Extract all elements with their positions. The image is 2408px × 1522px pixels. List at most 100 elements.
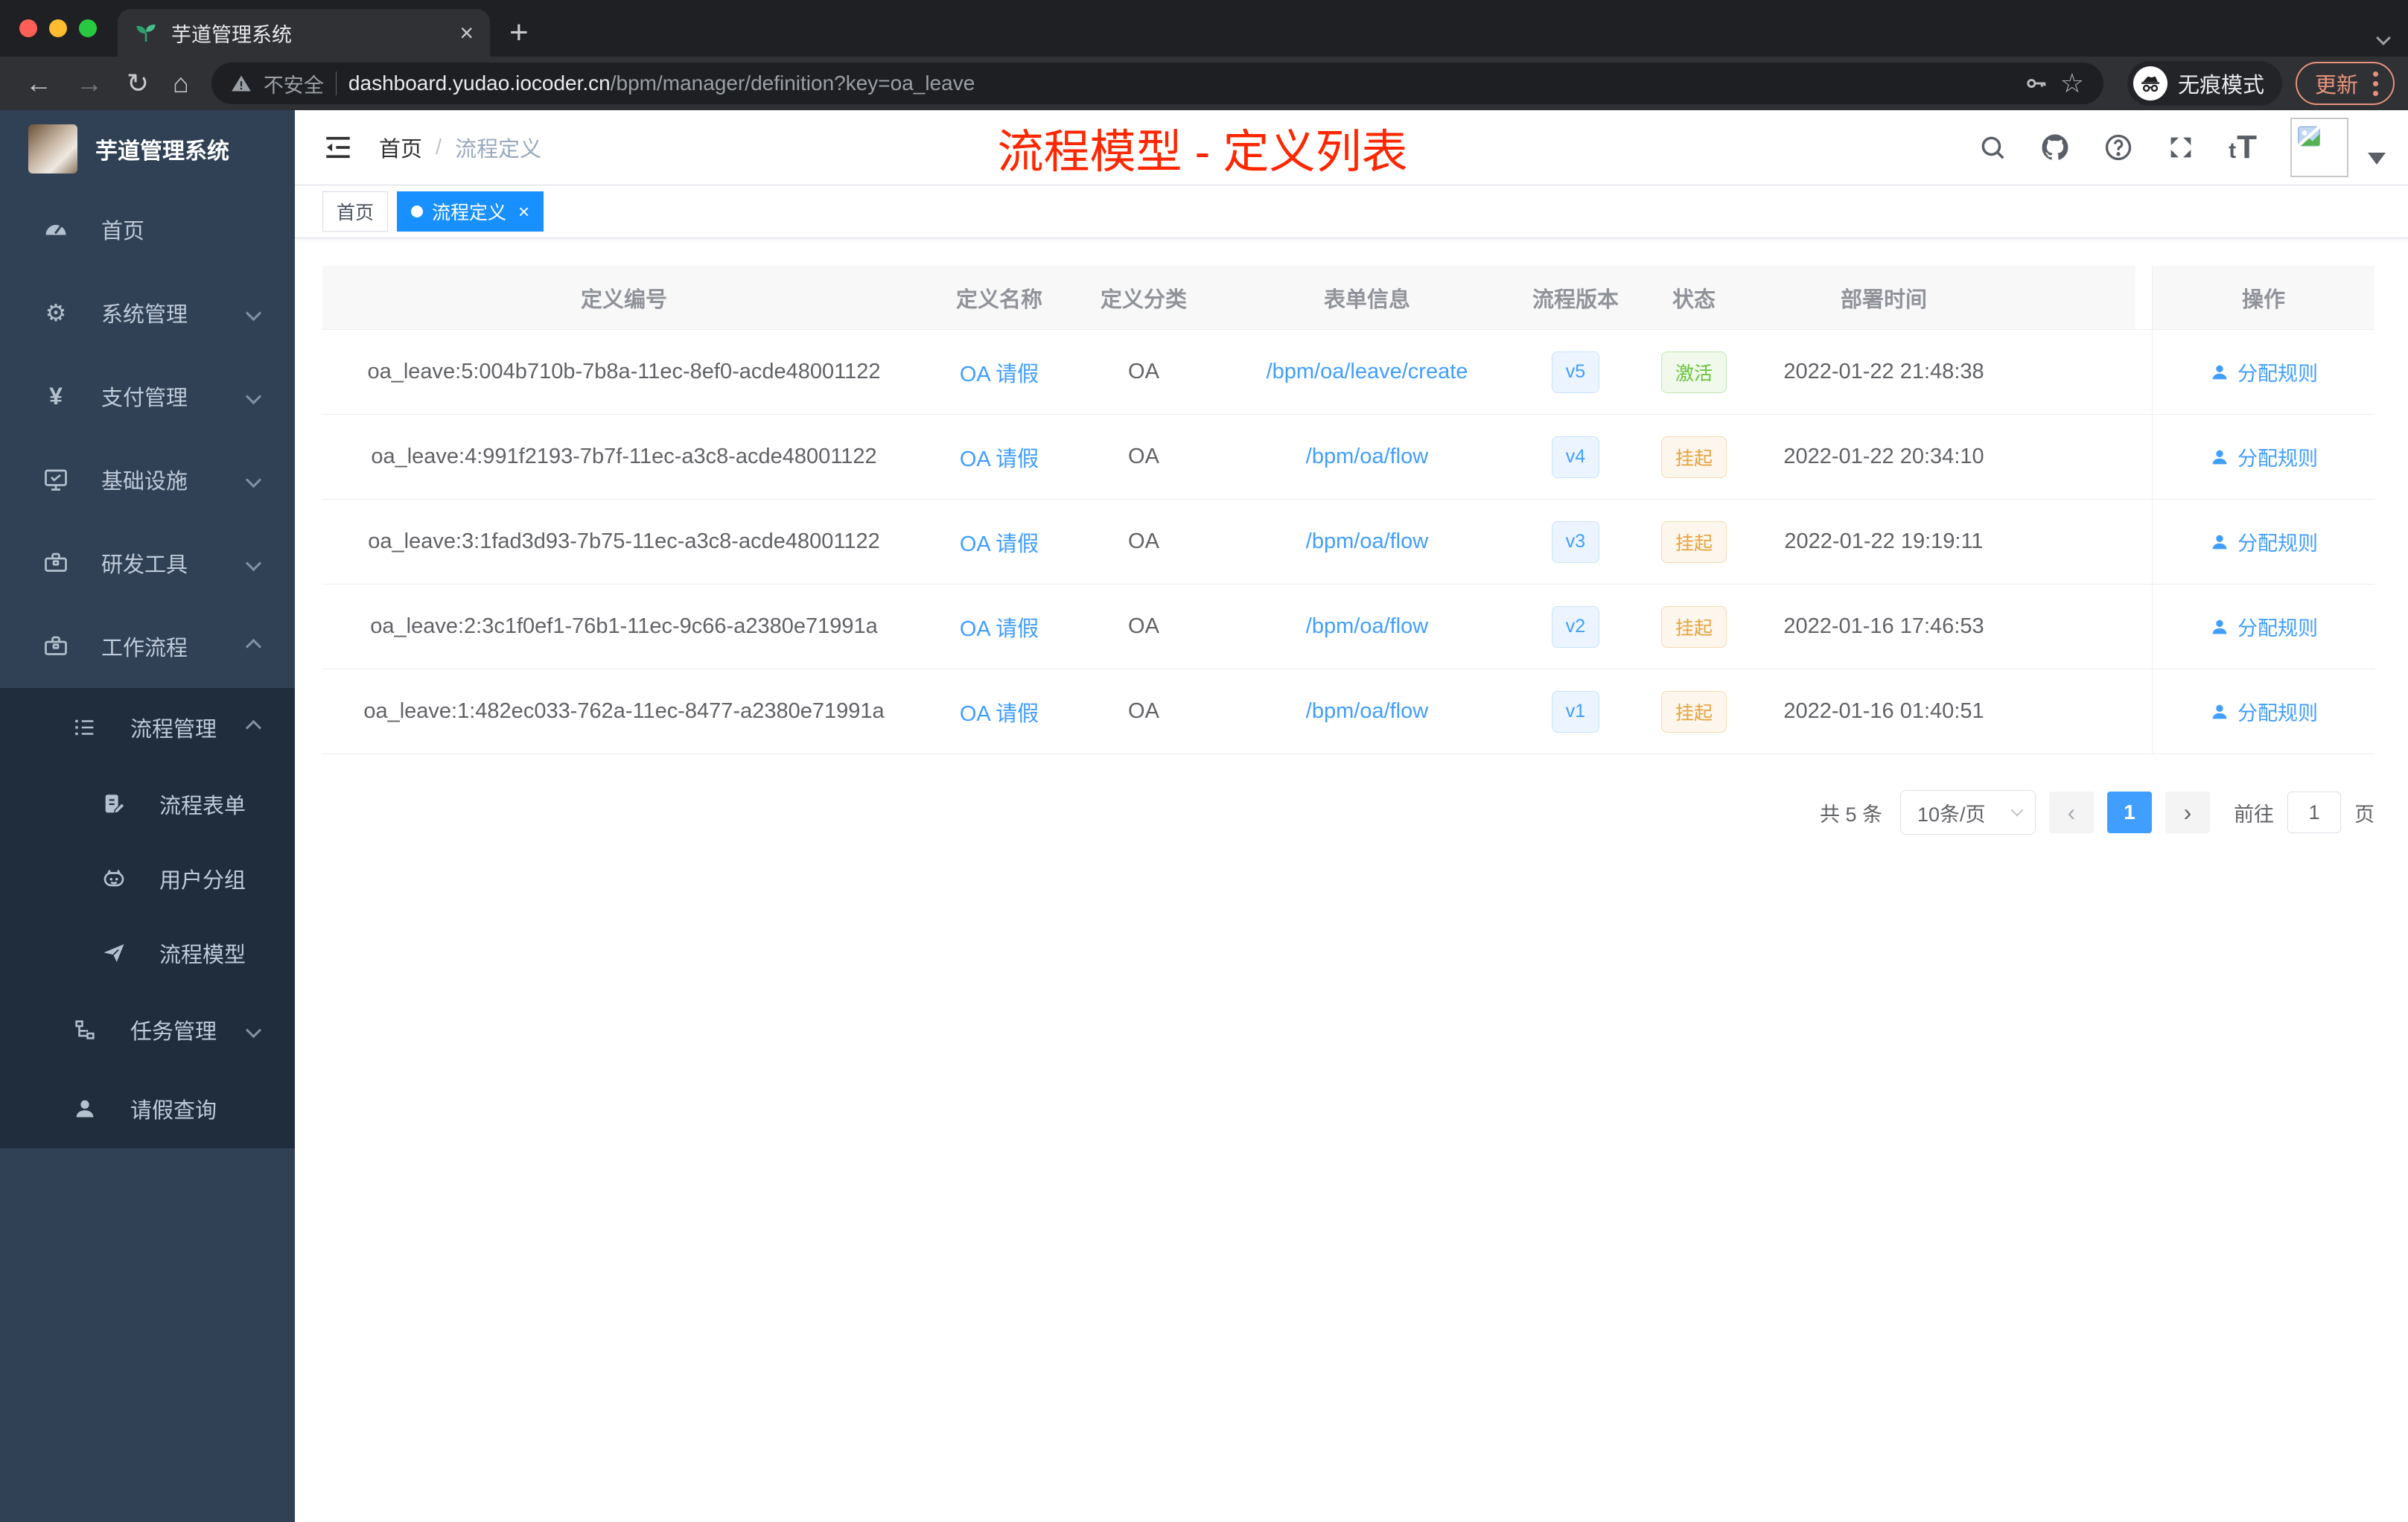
form-link[interactable]: /bpm/oa/leave/create [1267,360,1468,384]
definition-name-link[interactable]: OA 请假 [960,526,1039,558]
chevron-down-icon [245,471,262,488]
sidebar-item-dev-tools[interactable]: 研发工具 [0,521,295,605]
definition-category: OA [1128,614,1159,638]
search-icon[interactable] [1978,133,2007,162]
form-link[interactable]: /bpm/oa/flow [1306,614,1428,639]
address-bar[interactable]: 不安全 dashboard.yudao.iocoder.cn/bpm/manag… [211,63,2103,104]
sidebar-item-process-model[interactable]: 流程模型 [0,916,295,990]
sidebar-item-system[interactable]: ⚙ 系统管理 [0,271,295,354]
sidebar-item-home[interactable]: 首页 [0,188,295,271]
avatar[interactable] [2290,118,2348,177]
prev-page-button[interactable]: ‹ [2049,792,2094,833]
close-window-button[interactable] [19,19,37,37]
tags-view: 首页 流程定义 × [295,185,2408,238]
version-badge: v4 [1551,436,1600,478]
content: 定义编号 定义名称 定义分类 表单信息 流程版本 状态 部署时间 操作 oa_l… [295,238,2408,1522]
goto-page-input[interactable]: 1 [2287,792,2341,833]
definition-name-link[interactable]: OA 请假 [960,357,1039,388]
assign-rule-link[interactable]: 分配规则 [2209,612,2318,641]
goto-label: 前往 [2234,803,2274,826]
workflow-submenu: 流程管理 流程表单 用户分组 流程模型 任务管理 请假查询 [0,688,295,1148]
table-row: oa_leave:5:004b710b-7b8a-11ec-8ef0-acde4… [322,330,2374,415]
sidebar-item-task-management[interactable]: 任务管理 [0,990,295,1069]
yen-icon: ¥ [49,382,63,410]
sidebar-collapse-icon[interactable] [322,132,354,163]
definition-id: oa_leave:3:1fad3d93-7b75-11ec-a3c8-acde4… [368,529,880,553]
table-header: 定义编号 定义名称 定义分类 表单信息 流程版本 状态 部署时间 操作 [322,266,2374,330]
back-button[interactable]: ← [13,68,64,99]
home-button[interactable]: ⌂ [161,68,201,99]
sidebar-item-process-management[interactable]: 流程管理 [0,688,295,767]
sidebar-item-user-group[interactable]: 用户分组 [0,841,295,916]
tab-search-chevron-icon[interactable] [2376,31,2391,45]
page-title: 流程模型 - 定义列表 [997,127,1408,178]
new-tab-button[interactable]: + [509,16,529,49]
form-link[interactable]: /bpm/oa/flow [1306,529,1428,554]
sidebar-item-workflow[interactable]: 工作流程 [0,605,295,688]
definition-id: oa_leave:5:004b710b-7b8a-11ec-8ef0-acde4… [367,360,881,383]
definition-name-link[interactable]: OA 请假 [960,442,1039,473]
avatar-caret-down-icon[interactable] [2368,153,2386,165]
definition-id: oa_leave:1:482ec033-762a-11ec-8477-a2380… [363,699,885,723]
sidebar-item-leave-query[interactable]: 请假查询 [0,1069,295,1148]
forward-button[interactable]: → [64,68,115,99]
tab-close-icon[interactable]: × [459,21,474,45]
status-badge: 挂起 [1660,605,1727,648]
assign-rule-link[interactable]: 分配规则 [2209,442,2318,471]
maximize-window-button[interactable] [79,19,97,37]
bookmark-star-icon[interactable]: ☆ [2060,68,2084,99]
sidebar-item-payment[interactable]: ¥ 支付管理 [0,354,295,438]
page-size-select[interactable]: 10条/页 [1900,790,2036,835]
breadcrumb-separator: / [436,135,442,159]
page-unit-label: 页 [2354,803,2374,826]
definition-category: OA [1128,529,1159,553]
incognito-icon [2133,66,2167,101]
font-size-icon[interactable]: tT [2229,129,2258,166]
next-page-button[interactable]: › [2165,792,2210,833]
gear-icon: ⚙ [45,299,67,326]
form-link[interactable]: /bpm/oa/flow [1306,445,1428,469]
form-link[interactable]: /bpm/oa/flow [1306,699,1428,724]
user-icon [2212,535,2227,549]
deploy-time: 2022-01-22 20:34:10 [1783,445,1984,468]
user-icon [2212,450,2227,464]
version-badge: v3 [1551,520,1600,563]
assign-rule-link[interactable]: 分配规则 [2209,357,2318,386]
tag-close-icon[interactable]: × [518,200,529,223]
sidebar-item-infrastructure[interactable]: 基础设施 [0,438,295,521]
assign-rule-link[interactable]: 分配规则 [2209,697,2318,726]
password-key-icon[interactable] [2025,71,2048,95]
reload-button[interactable]: ↻ [115,68,161,99]
help-icon[interactable] [2103,133,2133,162]
definition-name-link[interactable]: OA 请假 [960,696,1039,727]
user-icon [2212,704,2227,719]
incognito-label: 无痕模式 [2177,74,2264,98]
breadcrumb-home[interactable]: 首页 [379,132,422,163]
user-icon [2212,620,2227,634]
status-badge: 挂起 [1660,436,1727,478]
tab-title: 芋道管理系统 [171,23,292,46]
status-badge: 挂起 [1660,690,1727,733]
browser-tab[interactable]: 芋道管理系统 × [118,9,490,57]
tag-home[interactable]: 首页 [322,191,389,232]
monitor-icon [39,466,73,493]
app-header: 首页 / 流程定义 流程模型 - 定义列表 tT [295,110,2408,185]
sidebar-item-process-form[interactable]: 流程表单 [0,767,295,841]
table-row: oa_leave:2:3c1f0ef1-76b1-11ec-9c66-a2380… [322,585,2374,669]
broken-image-icon [2296,123,2322,150]
chrome-update-button[interactable]: 更新 [2295,62,2395,105]
security-warning-label: 不安全 [263,74,324,97]
traffic-lights [0,0,118,57]
definition-name-link[interactable]: OA 请假 [960,611,1039,643]
definition-id: oa_leave:4:991f2193-7b7f-11ec-a3c8-acde4… [371,445,877,468]
chevron-down-icon [245,1022,262,1038]
sidebar-logo: 芋道管理系统 [0,110,295,188]
tag-process-definition[interactable]: 流程定义 × [397,191,544,232]
minimize-window-button[interactable] [49,19,67,37]
current-page-button[interactable]: 1 [2107,792,2152,833]
fullscreen-icon[interactable] [2166,133,2196,162]
browser-menu-icon[interactable] [2373,71,2386,96]
github-icon[interactable] [2039,132,2071,163]
briefcase-icon [39,633,73,660]
assign-rule-link[interactable]: 分配规则 [2209,527,2318,556]
